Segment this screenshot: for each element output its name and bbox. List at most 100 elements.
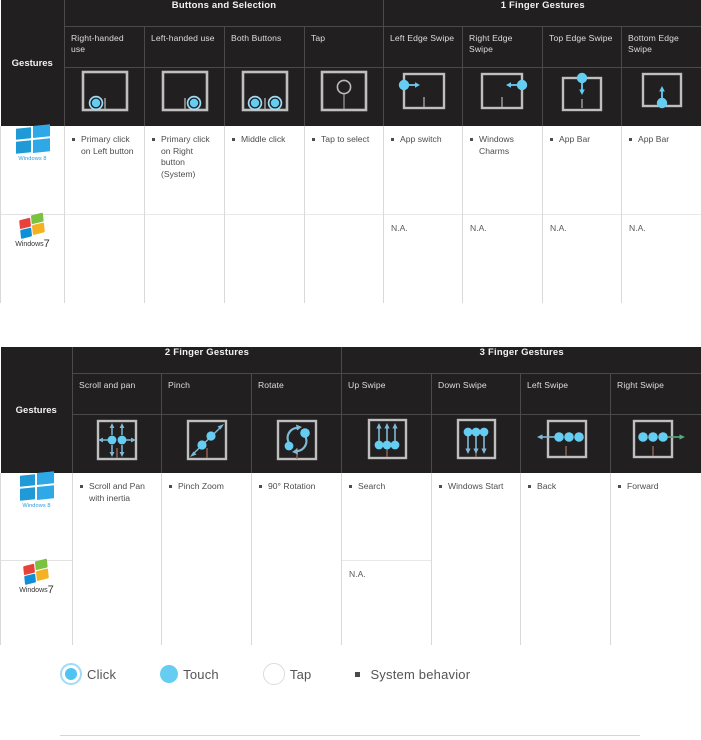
cell-win7-up-swipe: N.A. <box>341 560 432 645</box>
row-header-gestures-label-2: Gestures <box>0 404 72 416</box>
three-finger-down-swipe-icon <box>431 414 521 473</box>
row-header-gestures-cell: Gestures <box>0 0 65 126</box>
os-logo-windows-7: Windows7 <box>0 212 65 303</box>
behavior-item: Primary click on Right button (System) <box>152 134 218 180</box>
table2-icon-row <box>1 414 701 473</box>
windows-8-wordmark: Windows 8 <box>18 156 47 162</box>
cell-win7-pinch <box>161 560 252 645</box>
legend-label-click: Click <box>87 666 117 682</box>
cell-win8-left-edge-swipe: App switch <box>383 126 463 215</box>
windows-7-logo-icon <box>18 212 46 240</box>
behavior-item: Pinch Zoom <box>169 481 245 493</box>
windows-8-logo-icon <box>15 124 50 155</box>
cell-win7-left-handed <box>144 214 225 303</box>
bottom-divider <box>60 735 640 736</box>
behavior-item: App Bar <box>629 134 695 146</box>
touchpad-both-buttons-click-icon <box>224 67 305 126</box>
group-header-buttons-and-selection: Buttons and Selection <box>63 0 384 27</box>
table2-windows8-row: Windows 8 Scroll and Pan with inertia Pi… <box>0 471 701 561</box>
cell-win8-both-buttons: Middle click <box>224 126 305 215</box>
touchpad-left-button-click-icon <box>64 67 145 126</box>
behavior-item: Back <box>528 481 604 493</box>
os-logo-windows-8: Windows 8 <box>0 124 65 215</box>
table2-group-header-row: Gestures 2 Finger Gestures 3 Finger Gest… <box>0 347 701 473</box>
cell-win8-right-handed: Primary click on Left button <box>64 126 145 215</box>
col-header-rotate: Rotate <box>250 373 342 415</box>
windows-7-logo-icon <box>22 558 50 586</box>
behavior-item: Search <box>349 481 425 493</box>
cell-win8-left-handed: Primary click on Right button (System) <box>144 126 225 215</box>
cell-win8-scroll-and-pan: Scroll and Pan with inertia <box>72 473 162 561</box>
touchpad-tap-icon <box>303 67 384 126</box>
cell-win7-rotate <box>250 560 342 645</box>
col-header-left-swipe: Left Swipe <box>520 373 611 415</box>
table2-column-header-row: Scroll and pan Pinch Rotate Up Swipe Dow… <box>1 373 701 415</box>
two-finger-scroll-pan-icon <box>72 414 162 473</box>
touchpad-left-edge-swipe-icon <box>383 67 463 126</box>
col-header-pinch: Pinch <box>161 373 252 415</box>
cell-win8-right-edge-swipe: Windows Charms <box>462 126 543 215</box>
behavior-item: Forward <box>618 481 695 493</box>
cell-win7-right-edge-swipe: N.A. <box>462 214 543 303</box>
touchpad-right-edge-swipe-icon <box>462 67 543 126</box>
behavior-item: Middle click <box>232 134 298 146</box>
behavior-item: 90° Rotation <box>259 481 335 493</box>
legend-item-tap: Tap <box>262 663 312 685</box>
behavior-item: Primary click on Left button <box>72 134 138 157</box>
cell-win7-tap <box>303 214 384 303</box>
col-header-top-edge-swipe: Top Edge Swipe <box>542 26 622 68</box>
gesture-table-buttons-and-one-finger: Gestures Buttons and Selection 1 Finger … <box>0 0 701 303</box>
cell-win7-right-handed <box>64 214 145 303</box>
col-header-left-handed-use: Left-handed use <box>144 26 225 68</box>
table1-group-header-row: Gestures Buttons and Selection 1 Finger … <box>0 0 701 126</box>
col-header-tap: Tap <box>303 26 384 68</box>
legend-label-system-behavior: System behavior <box>370 666 471 682</box>
cell-win8-rotate: 90° Rotation <box>250 473 342 561</box>
three-finger-left-swipe-icon <box>520 414 611 473</box>
cell-win8-right-swipe: Forward <box>610 473 701 561</box>
cell-win7-left-edge-swipe: N.A. <box>383 214 463 303</box>
legend: Click Touch Tap System behavior <box>60 663 514 685</box>
cell-win8-pinch: Pinch Zoom <box>161 473 252 561</box>
legend-item-touch: Touch <box>160 665 219 683</box>
cell-win7-right-swipe <box>610 560 701 645</box>
three-finger-right-swipe-icon <box>610 414 701 473</box>
two-finger-pinch-icon <box>161 414 252 473</box>
cell-win8-down-swipe: Windows Start <box>431 473 521 561</box>
col-header-right-edge-swipe: Right Edge Swipe <box>462 26 543 68</box>
behavior-item: Tap to select <box>312 134 377 146</box>
windows-8-wordmark: Windows 8 <box>22 503 51 509</box>
legend-item-click: Click <box>60 663 116 685</box>
col-header-both-buttons: Both Buttons <box>224 26 305 68</box>
group-header-3-finger-gestures: 3 Finger Gestures <box>341 347 701 374</box>
cell-win8-left-swipe: Back <box>520 473 611 561</box>
os-logo-windows-7-2: Windows7 <box>0 558 73 645</box>
behavior-item: Scroll and Pan with inertia <box>80 481 155 504</box>
cell-win7-down-swipe <box>431 560 521 645</box>
behavior-item: Windows Charms <box>470 134 536 157</box>
col-header-bottom-edge-swipe: Bottom Edge Swipe <box>621 26 701 68</box>
legend-label-tap: Tap <box>289 666 312 682</box>
touchpad-bottom-edge-swipe-icon <box>621 67 701 126</box>
three-finger-up-swipe-icon <box>341 414 432 473</box>
table1-windows7-row: Windows7 N.A. N.A. N.A. N.A. <box>0 212 701 303</box>
behavior-item: App Bar <box>550 134 615 146</box>
group-header-1-finger-gestures: 1 Finger Gestures <box>383 0 701 27</box>
gesture-reference-page: Gestures Buttons and Selection 1 Finger … <box>0 0 701 740</box>
table1-icon-row <box>1 67 701 126</box>
row-header-gestures-cell-2: Gestures <box>0 347 73 473</box>
click-ring-icon <box>60 663 82 685</box>
touchpad-right-button-click-icon <box>144 67 225 126</box>
touchpad-top-edge-swipe-icon <box>542 67 622 126</box>
col-header-right-handed-use: Right-handed use <box>64 26 145 68</box>
cell-win8-up-swipe: Search <box>341 473 432 561</box>
col-header-up-swipe: Up Swipe <box>341 373 432 415</box>
windows-8-logo-icon <box>19 471 54 502</box>
col-header-down-swipe: Down Swipe <box>431 373 521 415</box>
table1-column-header-row: Right-handed use Left-handed use Both Bu… <box>1 26 701 68</box>
cell-win8-top-edge-swipe: App Bar <box>542 126 622 215</box>
table2-windows7-row: Windows7 N.A. <box>0 558 701 645</box>
gesture-table-two-and-three-finger: Gestures 2 Finger Gestures 3 Finger Gest… <box>0 347 701 645</box>
touch-dot-icon <box>160 665 179 683</box>
cell-win8-tap: Tap to select <box>303 126 384 215</box>
